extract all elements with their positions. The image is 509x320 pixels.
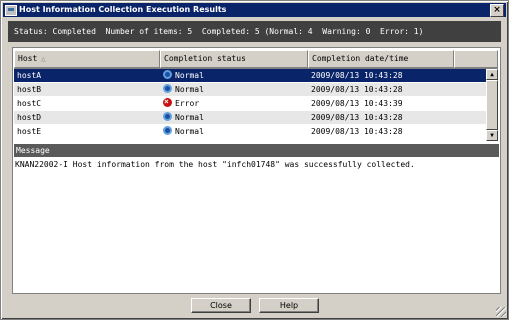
close-icon[interactable]: × [490, 4, 504, 17]
close-button[interactable]: Close [191, 298, 251, 313]
status-text: Normal [175, 85, 204, 94]
datetime-cell: 2009/08/13 10:43:39 [311, 99, 403, 108]
column-header-completion-status[interactable]: Completion status [160, 50, 308, 68]
title-bar[interactable]: Host Information Collection Execution Re… [3, 3, 506, 17]
host-cell: hostD [17, 113, 42, 122]
table-row[interactable]: hostD Normal 2009/08/13 10:43:28 [14, 111, 486, 124]
normal-status-icon [163, 112, 172, 121]
table-row[interactable]: hostB Normal 2009/08/13 10:43:28 [14, 83, 486, 96]
datetime-cell: 2009/08/13 10:43:28 [311, 113, 403, 122]
scroll-thumb[interactable] [486, 80, 498, 130]
status-text: Error [175, 99, 200, 108]
status-cell: Normal [160, 69, 308, 82]
window-title: Host Information Collection Execution Re… [19, 5, 227, 14]
grid-header: Host △ Completion status Completion date/… [14, 50, 498, 69]
column-header-status-label: Completion status [164, 54, 246, 63]
column-header-completion-datetime[interactable]: Completion date/time [308, 50, 454, 68]
host-cell: hostC [17, 99, 42, 108]
help-button[interactable]: Help [259, 298, 319, 313]
status-cell: Error [160, 95, 308, 110]
table-row[interactable]: hostE Normal 2009/08/13 10:43:28 [14, 125, 486, 138]
column-header-filler [454, 50, 498, 68]
normal-status-icon [163, 126, 172, 135]
column-header-host-label: Host [18, 54, 38, 63]
host-cell: hostE [17, 127, 42, 136]
scroll-down-icon[interactable]: ▼ [486, 130, 498, 141]
column-header-host[interactable]: Host △ [14, 50, 160, 68]
status-text: Normal [175, 113, 204, 122]
dialog-window: Host Information Collection Execution Re… [0, 0, 509, 320]
status-text: Normal [175, 71, 204, 80]
status-cell: Normal [160, 83, 308, 96]
error-status-icon [163, 95, 172, 108]
table-scrollbar[interactable]: ▲ ▼ [486, 69, 498, 141]
datetime-cell: 2009/08/13 10:43:28 [311, 71, 403, 80]
summary-status-bar: Status: Completed Number of items: 5 Com… [8, 21, 501, 42]
status-cell: Normal [160, 111, 308, 124]
status-cell: Normal [160, 125, 308, 138]
message-header: Message [14, 144, 499, 157]
normal-status-icon [163, 70, 172, 79]
normal-status-icon [163, 84, 172, 93]
scroll-up-icon[interactable]: ▲ [486, 69, 498, 80]
table-row[interactable]: hostC Error 2009/08/13 10:43:39 [14, 95, 486, 110]
results-panel: Host △ Completion status Completion date/… [12, 47, 501, 294]
sort-asc-icon: △ [41, 55, 46, 63]
resize-grip-icon[interactable] [496, 307, 506, 317]
window-app-icon [5, 5, 17, 16]
status-text: Normal [175, 127, 204, 136]
column-header-datetime-label: Completion date/time [312, 54, 409, 63]
message-text: KNAN22002-I Host information from the ho… [15, 160, 415, 169]
host-cell: hostA [17, 71, 42, 80]
table-row[interactable]: hostA Normal 2009/08/13 10:43:28 [14, 69, 486, 82]
datetime-cell: 2009/08/13 10:43:28 [311, 85, 403, 94]
host-cell: hostB [17, 85, 42, 94]
datetime-cell: 2009/08/13 10:43:28 [311, 127, 403, 136]
